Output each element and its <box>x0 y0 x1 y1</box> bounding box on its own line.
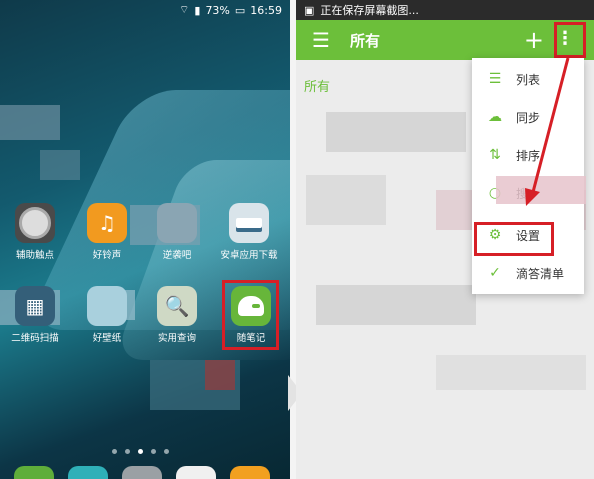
pixelated-area <box>40 150 80 180</box>
pixelated-area <box>0 105 60 140</box>
app-qrcode[interactable]: ▦ 二维码扫描 <box>4 286 66 344</box>
app-query[interactable]: 🔍 实用查询 <box>146 286 208 344</box>
add-icon[interactable]: + <box>524 26 544 54</box>
pixelated-area <box>205 360 235 390</box>
assist-touch-icon <box>15 203 55 243</box>
highlight-box <box>222 280 279 350</box>
app-label: 逆袭吧 <box>162 250 192 261</box>
menu-item-ticktick[interactable]: ✓ 滴答清单 <box>472 254 584 292</box>
signal-icon: ▮ <box>194 3 201 17</box>
app-toolbar: ☰ 所有 + ⋮ <box>296 20 594 60</box>
wifi-icon: ⌔ <box>179 3 190 16</box>
home-screen: ⌔ ▮ 73% ▭ 16:59 辅助触点 ♫ 好铃声 逆袭吧 安卓应用下载 ▦ … <box>0 0 290 479</box>
app-label: 好铃声 <box>92 250 122 261</box>
wallpaper-icon <box>87 286 127 326</box>
app-screen: ▣ 正在保存屏幕截图... ☰ 所有 + ⋮ 所有 ☰ 列表 ☁ 同步 ⇅ 排序… <box>296 0 594 479</box>
menu-item-sync[interactable]: ☁ 同步 <box>472 98 584 136</box>
list-icon: ☰ <box>488 71 502 87</box>
menu-item-label: 滴答清单 <box>516 266 565 281</box>
app-android-download[interactable]: 安卓应用下载 <box>218 203 280 261</box>
app-ringtone[interactable]: ♫ 好铃声 <box>76 203 138 261</box>
check-circle-icon: ✓ <box>489 265 501 281</box>
menu-item-list[interactable]: ☰ 列表 <box>472 60 584 98</box>
app-nixiba[interactable]: 逆袭吧 <box>146 203 208 261</box>
music-note-icon: ♫ <box>87 203 127 243</box>
page-indicator <box>112 449 169 454</box>
pixelated-area <box>496 176 586 204</box>
app-label: 安卓应用下载 <box>220 250 278 261</box>
clock: 16:59 <box>250 3 282 17</box>
sort-icon: ⇅ <box>489 147 501 163</box>
dock-settings-icon[interactable] <box>122 466 162 479</box>
app-label: 好壁纸 <box>92 333 122 344</box>
blurred-task-item <box>306 175 386 225</box>
highlight-box <box>474 222 554 256</box>
menu-item-label: 列表 <box>516 72 541 87</box>
app-label: 实用查询 <box>157 333 196 344</box>
cloud-sync-icon: ☁ <box>488 109 502 125</box>
app-label: 辅助触点 <box>15 250 54 261</box>
menu-item-sort[interactable]: ⇅ 排序 <box>472 136 584 174</box>
dock-messages-icon[interactable] <box>68 466 108 479</box>
app-wallpaper[interactable]: 好壁纸 <box>76 286 138 344</box>
dock-phone-icon[interactable] <box>14 466 54 479</box>
menu-item-label: 排序 <box>516 148 541 163</box>
toolbar-title: 所有 <box>349 31 380 50</box>
hamburger-menu-icon[interactable]: ☰ <box>312 28 330 52</box>
blurred-task-item <box>436 355 586 390</box>
battery-icon: ▭ <box>234 3 246 17</box>
download-icon <box>229 203 269 243</box>
status-bar: ▣ 正在保存屏幕截图... <box>296 0 594 20</box>
battery-percent: 73% <box>205 3 230 17</box>
blurred-task-item <box>316 285 476 325</box>
app-label: 二维码扫描 <box>11 333 59 344</box>
dock-camera-icon[interactable] <box>176 466 216 479</box>
app-icon <box>157 203 197 243</box>
magnifier-icon: 🔍 <box>157 286 197 326</box>
blurred-task-item <box>326 112 466 152</box>
screenshot-icon: ▣ <box>304 3 315 17</box>
app-assist-touch[interactable]: 辅助触点 <box>4 203 66 261</box>
status-bar: ⌔ ▮ 73% ▭ 16:59 <box>0 0 290 20</box>
dock-browser-icon[interactable] <box>230 466 270 479</box>
highlight-box <box>554 22 586 58</box>
menu-item-label: 同步 <box>516 110 541 125</box>
qrcode-icon: ▦ <box>15 286 55 326</box>
status-text: 正在保存屏幕截图... <box>320 4 419 17</box>
section-label: 所有 <box>304 80 331 95</box>
